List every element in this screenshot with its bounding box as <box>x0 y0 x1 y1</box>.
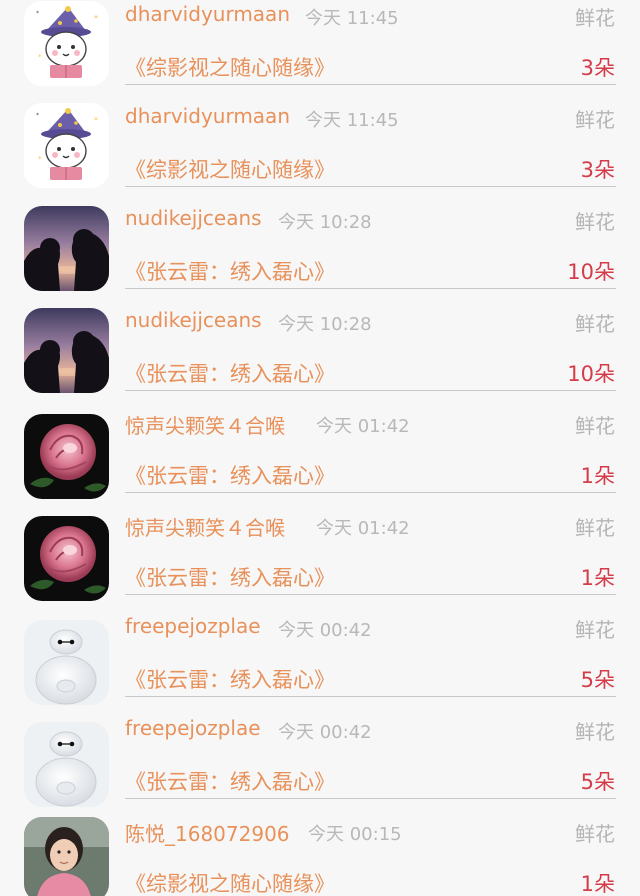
timestamp: 今天 00:42 <box>278 722 372 743</box>
list-item[interactable]: nudikejjceans 今天 10:28 鲜花《张云雷：绣入磊心》 10朵 <box>0 204 640 306</box>
book-title[interactable]: 《张云雷：绣入磊心》 <box>125 664 335 694</box>
divider <box>125 84 616 85</box>
avatar[interactable] <box>24 103 109 188</box>
book-title[interactable]: 《张云雷：绣入磊心》 <box>125 256 335 286</box>
avatar[interactable] <box>24 308 109 393</box>
flower-count: 3朵 <box>580 56 615 80</box>
timestamp: 今天 10:28 <box>278 314 372 335</box>
book-title[interactable]: 《张云雷：绣入磊心》 <box>125 358 335 388</box>
gift-type: 鲜花 <box>575 210 615 234</box>
book-title[interactable]: 《综影视之随心随缘》 <box>125 868 335 896</box>
list-item[interactable]: 惊声尖颗笑４合喉 今天 01:42 鲜花《张云雷：绣入磊心》 1朵 <box>0 408 640 510</box>
timestamp: 今天 11:45 <box>305 8 399 29</box>
flower-count: 10朵 <box>567 362 615 386</box>
username[interactable]: nudikejjceans <box>125 206 262 230</box>
book-title[interactable]: 《张云雷：绣入磊心》 <box>125 766 335 796</box>
list-item[interactable]: nudikejjceans 今天 10:28 鲜花《张云雷：绣入磊心》 10朵 <box>0 306 640 408</box>
avatar[interactable] <box>24 722 109 807</box>
list-item[interactable]: 陈悦_168072906 今天 00:15 鲜花《综影视之随心随缘》 1朵 <box>0 816 640 896</box>
avatar[interactable] <box>24 1 109 86</box>
divider <box>125 798 616 799</box>
timestamp: 今天 01:42 <box>316 518 410 539</box>
avatar[interactable] <box>24 414 109 499</box>
username[interactable]: freepejozplae <box>125 614 261 638</box>
flower-count: 10朵 <box>567 260 615 284</box>
divider <box>125 594 616 595</box>
gift-type: 鲜花 <box>575 720 615 744</box>
book-title[interactable]: 《张云雷：绣入磊心》 <box>125 460 335 490</box>
username[interactable]: dharvidyurmaan <box>125 104 290 128</box>
flower-gift-list: dharvidyurmaan 今天 11:45 鲜花 《综影视之随心随缘》 3朵 dhar… <box>0 0 640 896</box>
username[interactable]: dharvidyurmaan <box>125 2 290 26</box>
timestamp: 今天 00:42 <box>278 620 372 641</box>
gift-type: 鲜花 <box>575 414 615 438</box>
avatar[interactable] <box>24 620 109 705</box>
book-title[interactable]: 《综影视之随心随缘》 <box>125 52 335 82</box>
timestamp: 今天 10:28 <box>278 212 372 233</box>
timestamp: 今天 11:45 <box>305 110 399 131</box>
avatar[interactable] <box>24 817 109 896</box>
flower-count: 5朵 <box>580 668 615 692</box>
list-item[interactable]: freepejozplae 今天 00:42 鲜花《张云雷：绣入磊心》 5朵 <box>0 612 640 714</box>
flower-count: 1朵 <box>580 872 615 896</box>
gift-type: 鲜花 <box>575 516 615 540</box>
timestamp: 今天 01:42 <box>316 416 410 437</box>
gift-type: 鲜花 <box>575 108 615 132</box>
divider <box>125 696 616 697</box>
username[interactable]: 惊声尖颗笑４合喉 <box>125 512 285 541</box>
divider <box>125 288 616 289</box>
timestamp: 今天 00:15 <box>308 824 402 845</box>
divider <box>125 390 616 391</box>
avatar[interactable] <box>24 516 109 601</box>
flower-count: 5朵 <box>580 770 615 794</box>
divider <box>125 492 616 493</box>
username[interactable]: freepejozplae <box>125 716 261 740</box>
gift-type: 鲜花 <box>575 618 615 642</box>
username[interactable]: 陈悦_168072906 <box>125 818 290 847</box>
divider <box>125 186 616 187</box>
book-title[interactable]: 《综影视之随心随缘》 <box>125 154 335 184</box>
avatar[interactable] <box>24 206 109 291</box>
gift-type: 鲜花 <box>575 312 615 336</box>
flower-count: 3朵 <box>580 158 615 182</box>
username[interactable]: 惊声尖颗笑４合喉 <box>125 410 285 439</box>
username[interactable]: nudikejjceans <box>125 308 262 332</box>
gift-type: 鲜花 <box>575 822 615 846</box>
list-item[interactable]: 惊声尖颗笑４合喉 今天 01:42 鲜花《张云雷：绣入磊心》 1朵 <box>0 510 640 612</box>
list-item[interactable]: dharvidyurmaan 今天 11:45 鲜花《综影视之随心随缘》 3朵 <box>0 102 640 204</box>
list-item[interactable]: freepejozplae 今天 00:42 鲜花《张云雷：绣入磊心》 5朵 <box>0 714 640 816</box>
gift-type: 鲜花 <box>575 6 615 30</box>
flower-count: 1朵 <box>580 566 615 590</box>
list-item[interactable]: dharvidyurmaan 今天 11:45 鲜花《综影视之随心随缘》 3朵 <box>0 0 640 102</box>
flower-count: 1朵 <box>580 464 615 488</box>
book-title[interactable]: 《张云雷：绣入磊心》 <box>125 562 335 592</box>
